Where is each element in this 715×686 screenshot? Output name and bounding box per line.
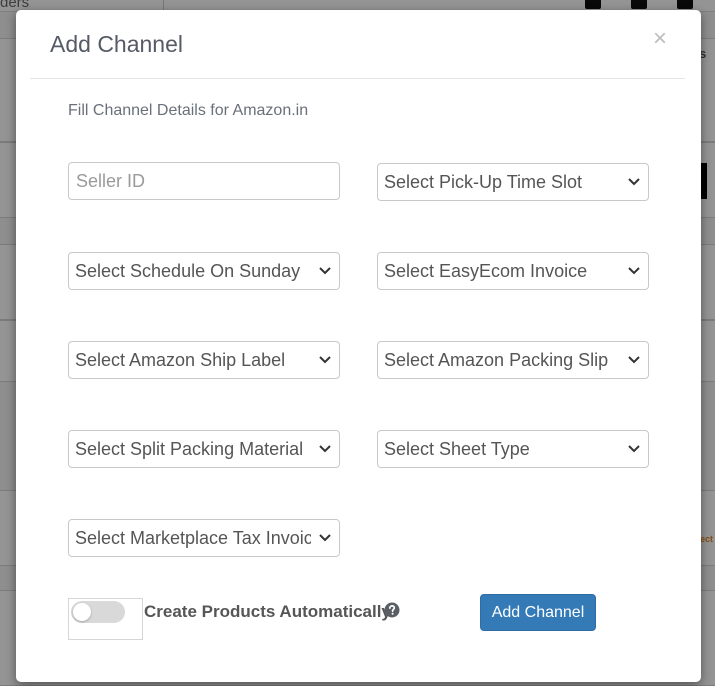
create-products-toggle-wrapper — [68, 598, 143, 640]
sheet-type-select[interactable]: Select Sheet Type — [377, 430, 649, 468]
modal-header: Add Channel × — [30, 10, 685, 79]
select-value: Select Schedule On Sunday — [75, 260, 301, 281]
select-value: Select Amazon Ship Label — [75, 349, 286, 370]
modal-subtitle: Fill Channel Details for Amazon.in — [68, 102, 309, 119]
easyecom-invoice-select[interactable]: Select EasyEcom Invoice — [377, 252, 649, 290]
chevron-down-icon — [628, 445, 640, 453]
toggle-knob — [73, 603, 91, 621]
add-channel-modal: Add Channel × Fill Channel Details for A… — [16, 10, 701, 682]
create-products-toggle[interactable] — [71, 601, 125, 623]
seller-id-input[interactable] — [68, 162, 340, 200]
add-channel-button[interactable]: Add Channel — [480, 594, 596, 631]
amazon-ship-label-select[interactable]: Select Amazon Ship Label — [68, 341, 340, 379]
pickup-time-slot-select[interactable]: Select Pick-Up Time Slot — [377, 163, 649, 201]
chevron-down-icon — [319, 445, 331, 453]
schedule-on-sunday-select[interactable]: Select Schedule On Sunday — [68, 252, 340, 290]
marketplace-tax-invoice-select[interactable]: Select Marketplace Tax Invoice — [68, 519, 340, 557]
chevron-down-icon — [319, 356, 331, 364]
create-products-label: Create Products Automatically — [144, 602, 391, 621]
modal-title: Add Channel — [50, 31, 183, 57]
chevron-down-icon — [319, 267, 331, 275]
select-value: Select Pick-Up Time Slot — [384, 171, 583, 192]
question-circle-icon[interactable] — [384, 602, 400, 618]
select-value: Select Amazon Packing Slip — [384, 349, 609, 370]
select-value: Select EasyEcom Invoice — [384, 260, 588, 281]
chevron-down-icon — [319, 534, 331, 542]
split-packing-material-select[interactable]: Select Split Packing Material — [68, 430, 340, 468]
select-value: Select Sheet Type — [384, 438, 530, 459]
chevron-down-icon — [628, 178, 640, 186]
chevron-down-icon — [628, 267, 640, 275]
select-value: Select Marketplace Tax Invoice — [75, 527, 311, 548]
chevron-down-icon — [628, 356, 640, 364]
close-icon[interactable]: × — [653, 27, 667, 51]
amazon-packing-slip-select[interactable]: Select Amazon Packing Slip — [377, 341, 649, 379]
select-value: Select Split Packing Material — [75, 438, 304, 459]
